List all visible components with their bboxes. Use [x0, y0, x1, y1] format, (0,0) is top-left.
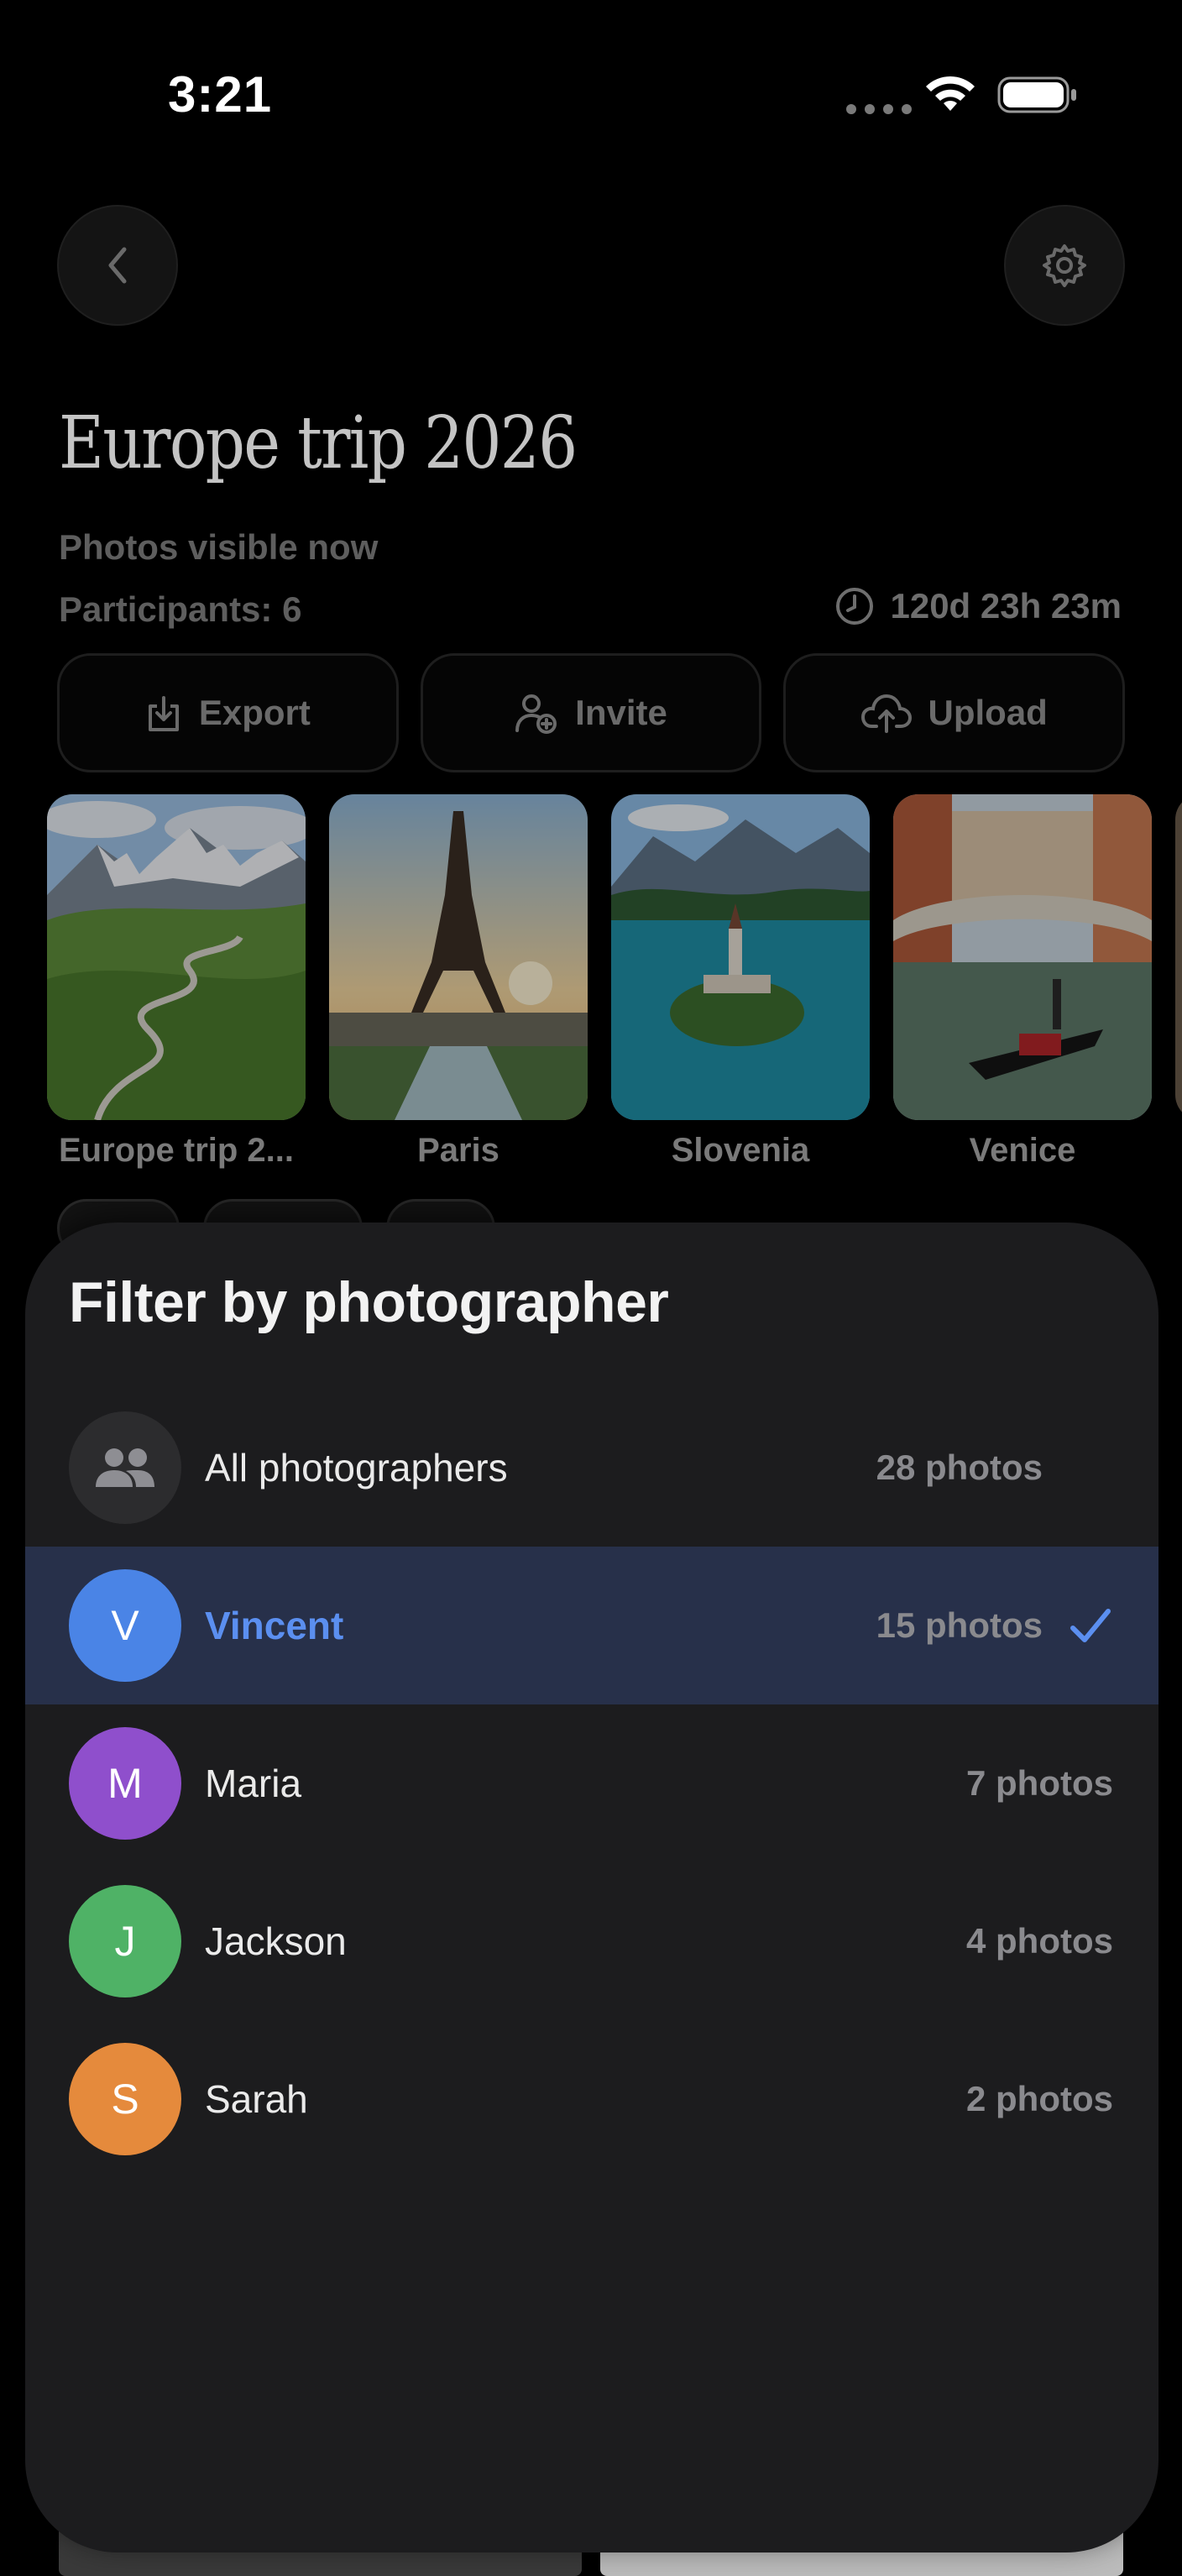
- countdown: 120d 23h 23m: [834, 586, 1122, 626]
- photographer-name: Sarah: [205, 2077, 308, 2121]
- cloud-upload-icon: [860, 694, 912, 733]
- avatar: S: [69, 2043, 181, 2155]
- photographer-filter-sheet: Filter by photographer All photographers…: [25, 1223, 1158, 2552]
- gear-icon: [1043, 244, 1086, 287]
- album-card[interactable]: Paris: [329, 794, 588, 1181]
- visibility-text: Photos visible now: [59, 527, 379, 567]
- upload-button[interactable]: Upload: [783, 653, 1126, 772]
- checkmark-icon: [1070, 1609, 1111, 1642]
- group-icon: [96, 1448, 154, 1487]
- photographer-name: All photographers: [205, 1446, 508, 1490]
- photographer-name: Maria: [205, 1762, 302, 1805]
- participants-count: Participants: 6: [59, 589, 302, 629]
- page-title: Europe trip 2026: [59, 401, 578, 485]
- photo-count: 2 photos: [966, 2079, 1113, 2118]
- export-button[interactable]: Export: [57, 653, 399, 772]
- album-card[interactable]: Europe trip 2...: [47, 794, 306, 1181]
- photographer-row-jackson[interactable]: J Jackson 4 photos: [25, 1862, 1158, 2020]
- photo-count: 4 photos: [966, 1921, 1113, 1961]
- avatar: M: [69, 1727, 181, 1840]
- action-row: Export Invite Upload: [57, 653, 1126, 772]
- album-thumbnail-alps: [47, 794, 306, 1120]
- add-user-icon: [515, 694, 557, 734]
- photo-count: 7 photos: [966, 1763, 1113, 1803]
- album-carousel: Europe trip 2... Paris Slovenia Venice: [47, 794, 1182, 1181]
- countdown-value: 120d 23h 23m: [890, 586, 1122, 626]
- invite-button[interactable]: Invite: [420, 653, 762, 772]
- sheet-title: Filter by photographer: [69, 1270, 669, 1334]
- photographer-name: Vincent: [205, 1604, 344, 1647]
- clock-icon: [836, 588, 874, 625]
- photographer-row-sarah[interactable]: S Sarah 2 photos: [25, 2020, 1158, 2178]
- avatar: V: [69, 1569, 181, 1682]
- album-card[interactable]: Venice: [893, 794, 1152, 1181]
- chevron-left-icon: [108, 247, 127, 284]
- export-icon: [148, 696, 179, 731]
- photographer-row-vincent[interactable]: V Vincent 15 photos: [25, 1547, 1158, 1704]
- album-title: Venice: [969, 1132, 1076, 1169]
- group-avatar: [69, 1411, 181, 1524]
- album-thumbnail: [1175, 794, 1182, 1120]
- album-thumbnail-venice: [893, 794, 1152, 1120]
- export-label: Export: [198, 693, 311, 732]
- album-title: Slovenia: [671, 1132, 810, 1169]
- photo-count: 15 photos: [876, 1605, 1043, 1645]
- album-card[interactable]: Slovenia: [611, 794, 870, 1181]
- avatar: J: [69, 1885, 181, 1997]
- photographer-row-maria[interactable]: M Maria 7 photos: [25, 1704, 1158, 1862]
- back-button[interactable]: [57, 205, 178, 326]
- album-title: Paris: [417, 1132, 499, 1169]
- album-thumbnail-paris: [329, 794, 588, 1120]
- album-thumbnail-slovenia: [611, 794, 870, 1120]
- invite-label: Invite: [575, 693, 667, 732]
- album-card[interactable]: [1175, 794, 1182, 1181]
- photographer-name: Jackson: [205, 1919, 347, 1963]
- upload-label: Upload: [928, 693, 1048, 732]
- photo-count: 28 photos: [876, 1448, 1043, 1487]
- settings-button[interactable]: [1004, 205, 1125, 326]
- photographer-row-all[interactable]: All photographers 28 photos: [25, 1389, 1158, 1547]
- album-title: Europe trip 2...: [58, 1132, 295, 1169]
